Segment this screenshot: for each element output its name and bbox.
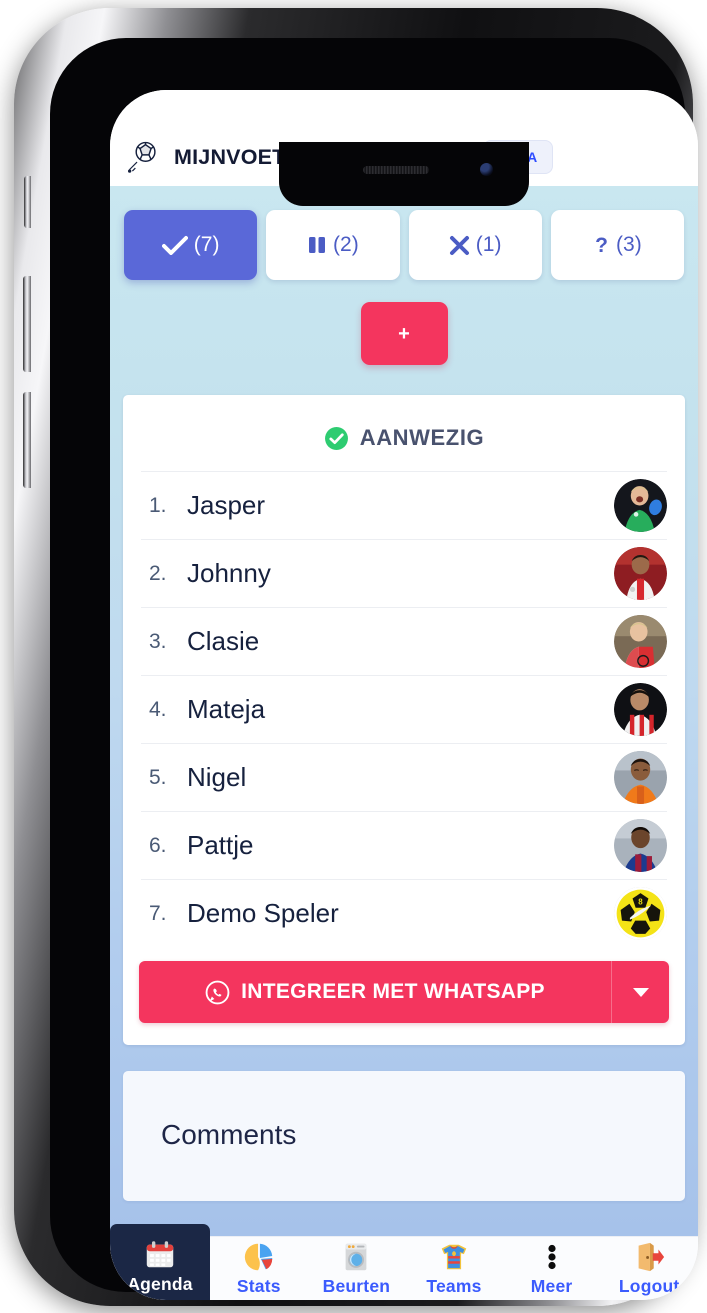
attendance-card: AANWEZIG 1. Jasper 2. Johnny 3. Clasie 4… <box>123 395 685 1045</box>
player-name: Johnny <box>187 558 271 588</box>
app-body: (7) (2) (1) ? (3) + AANWEZIG 1. Jasper 2… <box>110 186 698 1236</box>
comments-card[interactable]: Comments <box>123 1071 685 1201</box>
attendance-status-header: AANWEZIG <box>123 425 685 471</box>
whatsapp-integration-button[interactable]: INTEGREER MET WHATSAPP <box>139 961 669 1023</box>
check-circle-icon <box>324 426 348 450</box>
soccer-ball-icon <box>127 141 156 173</box>
player-name: Jasper <box>187 490 266 520</box>
table-row[interactable]: 5. Nigel <box>141 743 667 811</box>
filter-button-present[interactable]: (7) <box>124 210 258 280</box>
nav-label-stats: Stats <box>236 1276 281 1296</box>
nav-item-beurten[interactable]: Beurten <box>308 1237 406 1300</box>
nav-label-logout: Logout <box>618 1276 680 1296</box>
filter-count-absent: (1) <box>475 233 502 256</box>
filter-count-maybe: (2) <box>333 233 359 256</box>
attendance-status-label: AANWEZIG <box>359 425 485 450</box>
cross-icon <box>449 235 470 256</box>
check-icon <box>161 235 188 255</box>
question-icon: ? <box>593 234 610 256</box>
whatsapp-label: INTEGREER MET WHATSAPP <box>241 980 545 1003</box>
exit-door-icon <box>638 1242 665 1272</box>
volume-down-button[interactable] <box>23 392 31 488</box>
table-row[interactable]: 1. Jasper <box>141 471 667 539</box>
nav-item-stats[interactable]: Stats <box>210 1237 308 1300</box>
volume-up-button[interactable] <box>23 276 31 372</box>
player-name: Nigel <box>187 762 247 792</box>
avatar[interactable] <box>614 479 667 532</box>
comments-title: Comments <box>161 1119 297 1150</box>
whatsapp-dropdown-toggle[interactable] <box>611 961 669 1023</box>
whatsapp-icon <box>205 980 230 1004</box>
nav-item-teams[interactable]: Teams <box>405 1237 503 1300</box>
svg-text:8: 8 <box>638 898 643 907</box>
add-player-button[interactable]: + <box>360 302 448 365</box>
bottom-navigation: Agenda Stats Beurten Teams Meer Logout <box>110 1223 698 1300</box>
player-index: 1. <box>149 493 167 517</box>
table-row[interactable]: 2. Johnny <box>141 539 667 607</box>
player-name: Pattje <box>187 830 254 860</box>
chevron-down-icon <box>632 987 649 997</box>
phone-notch <box>279 142 529 206</box>
player-name: Demo Speler <box>187 898 339 928</box>
filter-count-present: (7) <box>193 233 220 256</box>
filter-button-absent[interactable]: (1) <box>408 210 542 280</box>
player-index: 7. <box>149 901 167 925</box>
table-row[interactable]: 7. Demo Speler 8 <box>141 879 667 947</box>
nav-label-agenda: Agenda <box>127 1274 193 1294</box>
add-button-row: + <box>110 280 698 365</box>
avatar[interactable] <box>614 751 667 804</box>
filter-button-maybe[interactable]: (2) <box>266 210 400 280</box>
phone-screen: MIJNVOETBALTEAM.COM BETA (7) <box>110 90 698 1300</box>
player-name: Clasie <box>187 626 260 656</box>
table-row[interactable]: 6. Pattje <box>141 811 667 879</box>
player-index: 3. <box>149 629 167 653</box>
table-row[interactable]: 4. Mateja <box>141 675 667 743</box>
jersey-icon <box>441 1244 467 1270</box>
mute-switch-button[interactable] <box>24 176 31 228</box>
nav-label-meer: Meer <box>530 1276 573 1296</box>
avatar[interactable]: 8 <box>614 887 667 940</box>
player-name: Mateja <box>187 694 266 724</box>
nav-item-logout[interactable]: Logout <box>600 1237 698 1300</box>
player-index: 6. <box>149 833 167 857</box>
pause-icon <box>307 235 327 255</box>
avatar[interactable] <box>614 819 667 872</box>
player-index: 5. <box>149 765 167 789</box>
phone-frame: MIJNVOETBALTEAM.COM BETA (7) <box>14 8 698 1306</box>
pie-chart-icon <box>244 1243 273 1271</box>
nav-label-teams: Teams <box>426 1276 482 1296</box>
nav-item-meer[interactable]: Meer <box>503 1237 601 1300</box>
table-row[interactable]: 3. Clasie <box>141 607 667 675</box>
avatar[interactable] <box>614 547 667 600</box>
player-index: 4. <box>149 697 167 721</box>
whatsapp-main-action[interactable]: INTEGREER MET WHATSAPP <box>139 961 611 1023</box>
player-index: 2. <box>149 561 167 585</box>
whatsapp-row: INTEGREER MET WHATSAPP <box>123 947 685 1045</box>
player-list: 1. Jasper 2. Johnny 3. Clasie 4. Mateja … <box>123 471 685 947</box>
svg-text:?: ? <box>595 234 608 256</box>
avatar[interactable] <box>614 683 667 736</box>
filter-button-unknown[interactable]: ? (3) <box>550 210 684 280</box>
avatar[interactable] <box>614 615 667 668</box>
nav-item-agenda[interactable]: Agenda <box>110 1223 210 1300</box>
nav-label-beurten: Beurten <box>322 1276 391 1296</box>
earpiece-speaker-icon <box>363 166 430 174</box>
washing-machine-icon <box>346 1243 367 1271</box>
calendar-icon <box>146 1241 174 1268</box>
dots-vertical-icon <box>547 1244 556 1270</box>
phone-bezel: MIJNVOETBALTEAM.COM BETA (7) <box>50 38 698 1300</box>
front-camera-icon <box>480 163 493 176</box>
filter-count-unknown: (3) <box>616 233 642 256</box>
